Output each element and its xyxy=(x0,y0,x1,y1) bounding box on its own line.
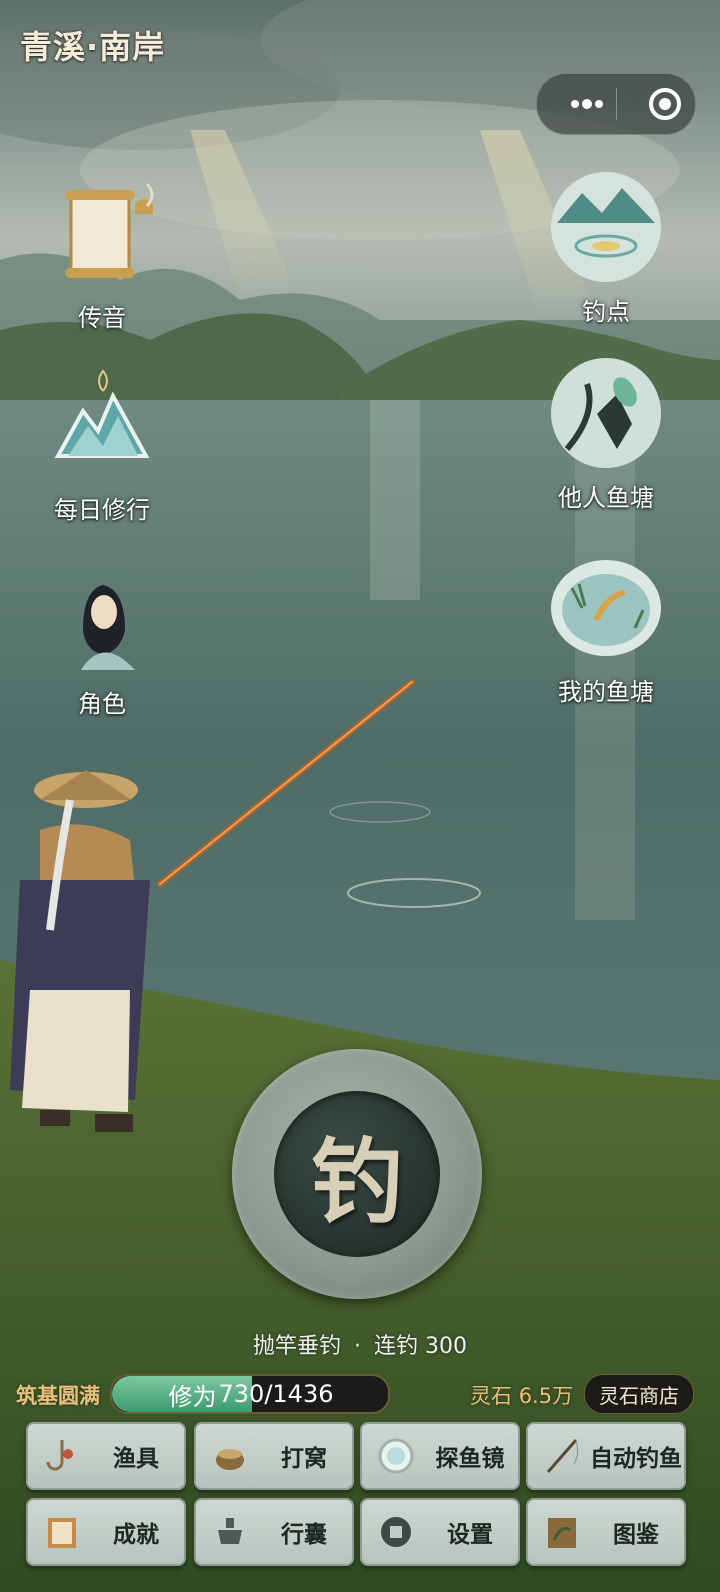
bait-pot-icon xyxy=(216,1449,244,1470)
tool-label: 打窝 xyxy=(281,1446,327,1472)
mountain-incense-icon xyxy=(54,369,150,458)
fisherman-ink-icon xyxy=(551,358,661,468)
cast-label: 钓 xyxy=(310,1127,403,1236)
tool-settings[interactable]: 设置 xyxy=(360,1498,520,1566)
censer-icon xyxy=(218,1518,242,1544)
menu-chuanyin[interactable]: 传音 xyxy=(32,174,172,333)
spirit-stone-shop-button[interactable]: 灵石商店 xyxy=(584,1374,694,1414)
cultivation-rank: 筑基圆满 xyxy=(16,1384,100,1408)
menu-others-pond[interactable]: 他人鱼塘 xyxy=(536,354,676,513)
cultivation-value: 730/1436 xyxy=(218,1380,334,1408)
tool-label: 探鱼镜 xyxy=(435,1446,505,1472)
tool-label: 行囊 xyxy=(281,1522,327,1548)
tool-baiting[interactable]: 打窝 xyxy=(194,1422,354,1490)
tool-label: 设置 xyxy=(447,1522,493,1548)
menu-label: 他人鱼塘 xyxy=(558,484,654,512)
tool-encyclopedia[interactable]: 图鉴 xyxy=(526,1498,686,1566)
character-portrait-icon xyxy=(81,585,135,670)
fishing-hook-icon xyxy=(46,1440,73,1471)
capsule-divider xyxy=(616,88,617,120)
menu-fishing-spot[interactable]: 钓点 xyxy=(536,168,676,327)
lake-ripple-icon xyxy=(551,172,661,282)
cast-button-center: 钓 xyxy=(274,1091,440,1257)
menu-my-pond[interactable]: 我的鱼塘 xyxy=(536,548,676,707)
cast-action-text: 抛竿垂钓 xyxy=(252,1334,341,1359)
tool-inventory[interactable]: 行囊 xyxy=(194,1498,354,1566)
spirit-stone-balance: 灵石 6.5万 xyxy=(470,1380,573,1410)
menu-label: 钓点 xyxy=(582,298,630,326)
tool-label: 自动钓鱼 xyxy=(590,1446,682,1472)
tool-label: 渔具 xyxy=(113,1446,159,1472)
cast-button[interactable]: 钓 xyxy=(232,1049,482,1299)
menu-label: 传音 xyxy=(78,304,126,332)
tool-achievements[interactable]: 成就 xyxy=(26,1498,186,1566)
cast-status: 抛竿垂钓 · 连钓 300 xyxy=(0,1328,720,1360)
cast-streak-text: 连钓 300 xyxy=(374,1334,467,1359)
cast-status-separator: · xyxy=(354,1334,361,1359)
game-scene: 青溪·南岸 传音 每日修行 角色 钓点 他人鱼塘 我的鱼塘 钓 抛竿垂钓 · 连… xyxy=(0,0,720,1592)
spirit-stone-amount: 6.5万 xyxy=(518,1384,574,1408)
cultivation-current: 730 xyxy=(218,1380,265,1408)
menu-label: 我的鱼塘 xyxy=(558,678,654,706)
scroll-bell-icon xyxy=(65,182,154,278)
more-dots-icon[interactable] xyxy=(557,74,617,134)
coin-gear-icon xyxy=(381,1517,411,1547)
tool-fishing-gear[interactable]: 渔具 xyxy=(26,1422,186,1490)
rod-icon xyxy=(546,1439,579,1473)
tool-fish-finder[interactable]: 探鱼镜 xyxy=(360,1422,520,1490)
cultivation-progress-bar: 修为 730/1436 xyxy=(110,1374,390,1414)
book-icon xyxy=(48,1518,76,1548)
koi-pond-icon xyxy=(551,560,661,656)
menu-daily-practice[interactable]: 每日修行 xyxy=(32,366,172,525)
target-circle-icon[interactable] xyxy=(635,74,695,134)
mini-program-capsule xyxy=(536,73,696,135)
menu-label: 每日修行 xyxy=(54,496,150,524)
mirror-icon xyxy=(378,1438,414,1474)
album-icon xyxy=(548,1518,576,1548)
menu-character[interactable]: 角色 xyxy=(32,560,172,719)
tool-label: 图鉴 xyxy=(613,1522,659,1548)
tool-label: 成就 xyxy=(113,1522,159,1548)
location-title: 青溪·南岸 xyxy=(20,28,166,66)
menu-label: 角色 xyxy=(78,690,126,718)
cultivation-progress-text: 修为 730/1436 xyxy=(112,1376,388,1412)
cultivation-max: 1436 xyxy=(272,1380,334,1408)
cultivation-label: 修为 xyxy=(168,1382,217,1411)
tool-auto-fishing[interactable]: 自动钓鱼 xyxy=(526,1422,686,1490)
spirit-stone-label: 灵石 xyxy=(470,1384,512,1408)
